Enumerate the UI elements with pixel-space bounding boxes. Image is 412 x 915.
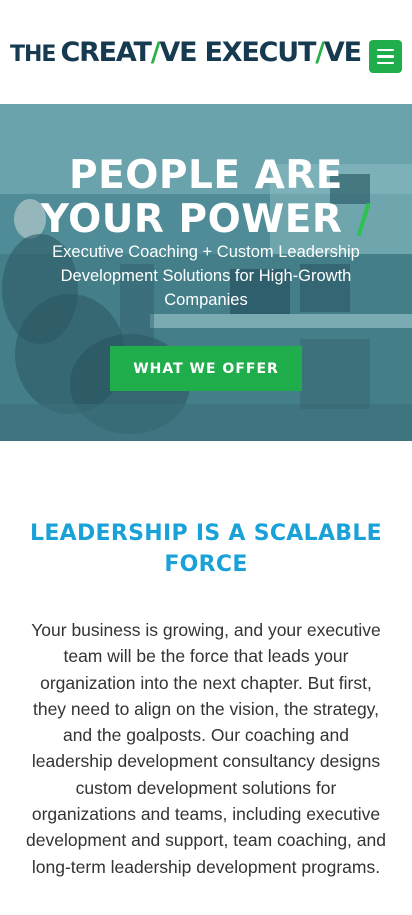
hero-title-line2: YOUR POWER / <box>0 198 412 242</box>
site-header: THE CREAT/VE EXECUT/VE <box>0 0 412 104</box>
section-body-text: Your business is growing, and your execu… <box>26 620 386 877</box>
section-heading: LEADERSHIP IS A SCALABLE FORCE <box>30 521 382 577</box>
hero-banner: PEOPLE ARE YOUR POWER / Executive Coachi… <box>0 104 412 441</box>
hamburger-menu-icon[interactable] <box>369 40 402 73</box>
logo-ve-execut: VE EXECUT <box>159 37 316 68</box>
hero-title-slash: / <box>356 197 372 242</box>
hero-title-line1: PEOPLE ARE <box>69 153 343 198</box>
hero-title: PEOPLE ARE YOUR POWER / <box>0 154 412 242</box>
what-we-offer-button[interactable]: WHAT WE OFFER <box>110 346 302 391</box>
hero-subtitle: Executive Coaching + Custom Leadership D… <box>52 243 360 309</box>
logo-the: THE <box>10 42 56 67</box>
logo-ve: VE <box>323 37 362 68</box>
hero-title-line2-text: YOUR POWER <box>40 197 343 242</box>
logo-creat: CREAT <box>60 37 151 68</box>
logo-slash: / <box>315 37 325 68</box>
menu-bar <box>377 48 394 52</box>
menu-bar <box>377 61 394 65</box>
menu-bar <box>377 55 394 58</box>
logo[interactable]: THE CREAT/VE EXECUT/VE <box>10 36 362 70</box>
